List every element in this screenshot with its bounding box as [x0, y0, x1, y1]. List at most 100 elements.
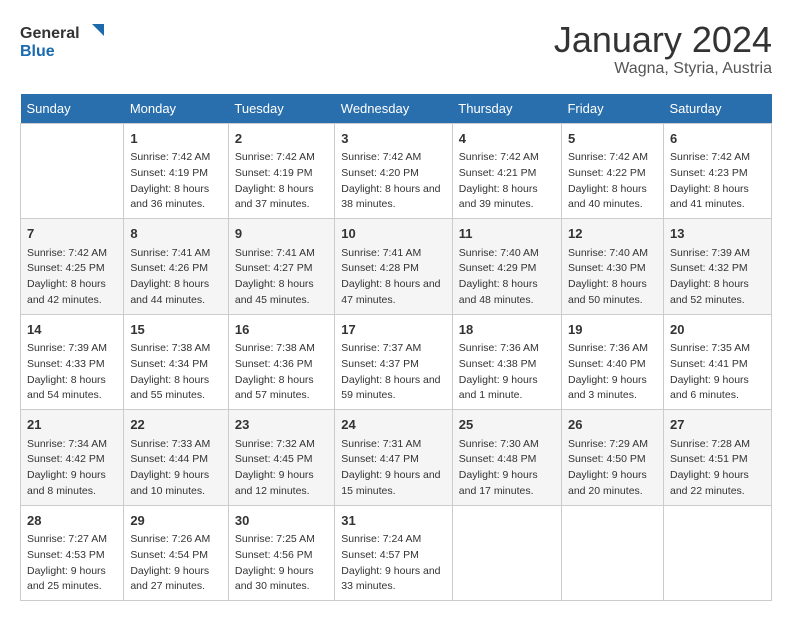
day-info: Sunrise: 7:42 AMSunset: 4:23 PMDaylight:… [670, 150, 765, 213]
day-info: Sunrise: 7:28 AMSunset: 4:51 PMDaylight:… [670, 437, 765, 500]
week-row-3: 14 Sunrise: 7:39 AMSunset: 4:33 PMDaylig… [21, 314, 772, 410]
day-number: 28 [27, 511, 117, 531]
day-number: 3 [341, 129, 446, 149]
day-info: Sunrise: 7:42 AMSunset: 4:19 PMDaylight:… [235, 150, 328, 213]
header-row: SundayMondayTuesdayWednesdayThursdayFrid… [21, 94, 772, 124]
day-info: Sunrise: 7:31 AMSunset: 4:47 PMDaylight:… [341, 437, 446, 500]
day-info: Sunrise: 7:42 AMSunset: 4:21 PMDaylight:… [459, 150, 555, 213]
day-number: 6 [670, 129, 765, 149]
day-info: Sunrise: 7:35 AMSunset: 4:41 PMDaylight:… [670, 341, 765, 404]
calendar-cell: 14 Sunrise: 7:39 AMSunset: 4:33 PMDaylig… [21, 314, 124, 410]
calendar-cell: 26 Sunrise: 7:29 AMSunset: 4:50 PMDaylig… [561, 410, 663, 506]
calendar-cell [561, 505, 663, 601]
day-number: 30 [235, 511, 328, 531]
day-number: 18 [459, 320, 555, 340]
day-info: Sunrise: 7:38 AMSunset: 4:36 PMDaylight:… [235, 341, 328, 404]
day-number: 8 [130, 224, 222, 244]
day-number: 17 [341, 320, 446, 340]
day-info: Sunrise: 7:33 AMSunset: 4:44 PMDaylight:… [130, 437, 222, 500]
calendar-cell: 15 Sunrise: 7:38 AMSunset: 4:34 PMDaylig… [124, 314, 229, 410]
calendar-cell: 2 Sunrise: 7:42 AMSunset: 4:19 PMDayligh… [228, 123, 334, 219]
calendar-cell: 28 Sunrise: 7:27 AMSunset: 4:53 PMDaylig… [21, 505, 124, 601]
calendar-cell [663, 505, 771, 601]
calendar-cell: 8 Sunrise: 7:41 AMSunset: 4:26 PMDayligh… [124, 219, 229, 315]
calendar-cell: 27 Sunrise: 7:28 AMSunset: 4:51 PMDaylig… [663, 410, 771, 506]
day-header-saturday: Saturday [663, 94, 771, 124]
day-number: 11 [459, 224, 555, 244]
day-number: 9 [235, 224, 328, 244]
day-info: Sunrise: 7:42 AMSunset: 4:22 PMDaylight:… [568, 150, 657, 213]
calendar-cell: 17 Sunrise: 7:37 AMSunset: 4:37 PMDaylig… [335, 314, 453, 410]
day-number: 23 [235, 415, 328, 435]
day-number: 29 [130, 511, 222, 531]
main-title: January 2024 [554, 20, 772, 60]
calendar-cell: 13 Sunrise: 7:39 AMSunset: 4:32 PMDaylig… [663, 219, 771, 315]
day-info: Sunrise: 7:26 AMSunset: 4:54 PMDaylight:… [130, 532, 222, 595]
day-info: Sunrise: 7:27 AMSunset: 4:53 PMDaylight:… [27, 532, 117, 595]
calendar-cell: 20 Sunrise: 7:35 AMSunset: 4:41 PMDaylig… [663, 314, 771, 410]
calendar-cell: 29 Sunrise: 7:26 AMSunset: 4:54 PMDaylig… [124, 505, 229, 601]
day-number: 21 [27, 415, 117, 435]
svg-text:Blue: Blue [20, 43, 55, 60]
week-row-4: 21 Sunrise: 7:34 AMSunset: 4:42 PMDaylig… [21, 410, 772, 506]
calendar-cell: 16 Sunrise: 7:38 AMSunset: 4:36 PMDaylig… [228, 314, 334, 410]
svg-text:General: General [20, 25, 80, 42]
day-number: 15 [130, 320, 222, 340]
calendar-cell: 12 Sunrise: 7:40 AMSunset: 4:30 PMDaylig… [561, 219, 663, 315]
day-info: Sunrise: 7:34 AMSunset: 4:42 PMDaylight:… [27, 437, 117, 500]
day-info: Sunrise: 7:37 AMSunset: 4:37 PMDaylight:… [341, 341, 446, 404]
day-number: 20 [670, 320, 765, 340]
day-number: 12 [568, 224, 657, 244]
day-info: Sunrise: 7:25 AMSunset: 4:56 PMDaylight:… [235, 532, 328, 595]
day-number: 13 [670, 224, 765, 244]
day-info: Sunrise: 7:42 AMSunset: 4:25 PMDaylight:… [27, 246, 117, 309]
day-number: 22 [130, 415, 222, 435]
calendar-cell: 3 Sunrise: 7:42 AMSunset: 4:20 PMDayligh… [335, 123, 453, 219]
day-number: 7 [27, 224, 117, 244]
day-header-monday: Monday [124, 94, 229, 124]
day-number: 31 [341, 511, 446, 531]
calendar-cell [452, 505, 561, 601]
day-number: 2 [235, 129, 328, 149]
calendar-cell: 9 Sunrise: 7:41 AMSunset: 4:27 PMDayligh… [228, 219, 334, 315]
day-info: Sunrise: 7:39 AMSunset: 4:32 PMDaylight:… [670, 246, 765, 309]
calendar-cell: 18 Sunrise: 7:36 AMSunset: 4:38 PMDaylig… [452, 314, 561, 410]
day-number: 14 [27, 320, 117, 340]
calendar-cell: 24 Sunrise: 7:31 AMSunset: 4:47 PMDaylig… [335, 410, 453, 506]
day-info: Sunrise: 7:41 AMSunset: 4:27 PMDaylight:… [235, 246, 328, 309]
day-header-tuesday: Tuesday [228, 94, 334, 124]
day-number: 1 [130, 129, 222, 149]
day-number: 19 [568, 320, 657, 340]
title-section: January 2024 Wagna, Styria, Austria [554, 20, 772, 78]
calendar-cell: 5 Sunrise: 7:42 AMSunset: 4:22 PMDayligh… [561, 123, 663, 219]
day-info: Sunrise: 7:36 AMSunset: 4:40 PMDaylight:… [568, 341, 657, 404]
day-number: 26 [568, 415, 657, 435]
day-header-friday: Friday [561, 94, 663, 124]
logo: GeneralBlue [20, 20, 110, 60]
calendar-cell: 1 Sunrise: 7:42 AMSunset: 4:19 PMDayligh… [124, 123, 229, 219]
day-header-sunday: Sunday [21, 94, 124, 124]
day-info: Sunrise: 7:24 AMSunset: 4:57 PMDaylight:… [341, 532, 446, 595]
day-info: Sunrise: 7:32 AMSunset: 4:45 PMDaylight:… [235, 437, 328, 500]
day-info: Sunrise: 7:29 AMSunset: 4:50 PMDaylight:… [568, 437, 657, 500]
day-header-wednesday: Wednesday [335, 94, 453, 124]
day-number: 10 [341, 224, 446, 244]
calendar-cell: 11 Sunrise: 7:40 AMSunset: 4:29 PMDaylig… [452, 219, 561, 315]
day-number: 24 [341, 415, 446, 435]
day-info: Sunrise: 7:39 AMSunset: 4:33 PMDaylight:… [27, 341, 117, 404]
day-info: Sunrise: 7:40 AMSunset: 4:30 PMDaylight:… [568, 246, 657, 309]
day-info: Sunrise: 7:42 AMSunset: 4:20 PMDaylight:… [341, 150, 446, 213]
calendar-cell [21, 123, 124, 219]
calendar-cell: 25 Sunrise: 7:30 AMSunset: 4:48 PMDaylig… [452, 410, 561, 506]
calendar-cell: 21 Sunrise: 7:34 AMSunset: 4:42 PMDaylig… [21, 410, 124, 506]
subtitle: Wagna, Styria, Austria [554, 60, 772, 78]
logo-svg: GeneralBlue [20, 20, 110, 60]
header: GeneralBlue January 2024 Wagna, Styria, … [20, 20, 772, 78]
calendar-cell: 19 Sunrise: 7:36 AMSunset: 4:40 PMDaylig… [561, 314, 663, 410]
day-number: 16 [235, 320, 328, 340]
week-row-2: 7 Sunrise: 7:42 AMSunset: 4:25 PMDayligh… [21, 219, 772, 315]
calendar-cell: 4 Sunrise: 7:42 AMSunset: 4:21 PMDayligh… [452, 123, 561, 219]
calendar-cell: 6 Sunrise: 7:42 AMSunset: 4:23 PMDayligh… [663, 123, 771, 219]
calendar-cell: 22 Sunrise: 7:33 AMSunset: 4:44 PMDaylig… [124, 410, 229, 506]
week-row-5: 28 Sunrise: 7:27 AMSunset: 4:53 PMDaylig… [21, 505, 772, 601]
